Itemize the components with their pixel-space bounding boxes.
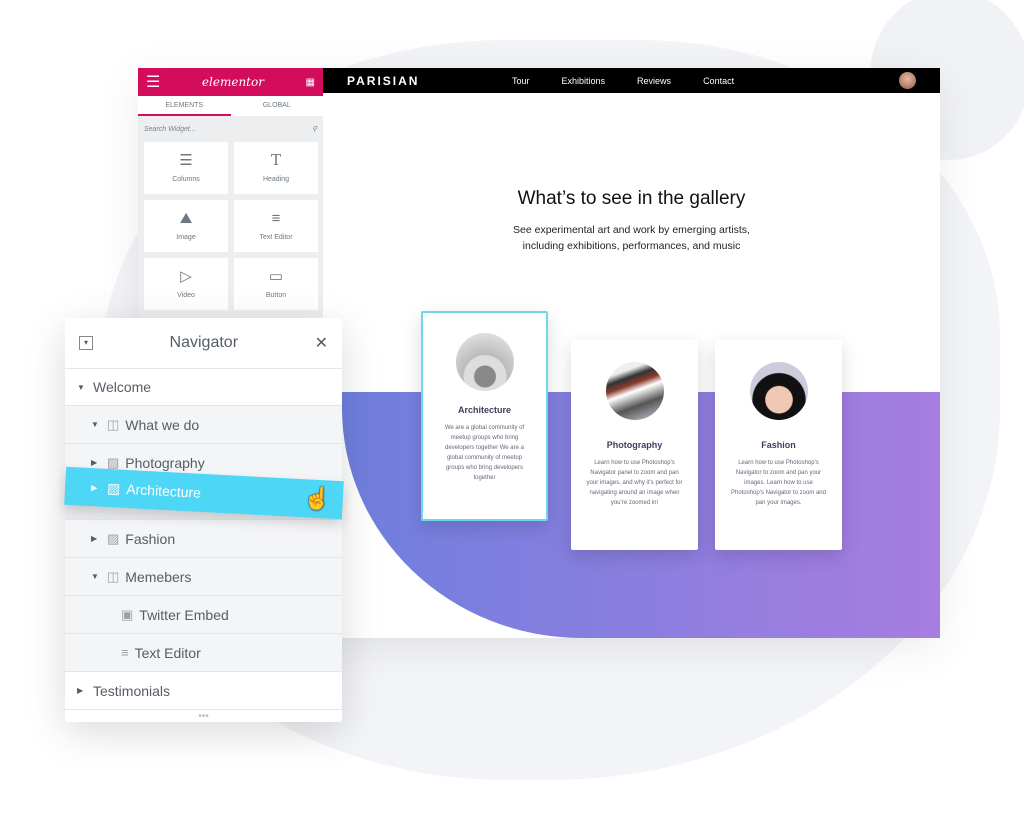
card-text: Learn how to use Photoshop’s Navigator p… <box>586 460 683 506</box>
nav-reviews[interactable]: Reviews <box>637 76 671 86</box>
card-photography[interactable]: Photography Learn how to use Photoshop’s… <box>571 340 698 550</box>
caret-down-icon[interactable]: ▼ <box>77 383 87 392</box>
column-icon: ◫ <box>107 416 120 432</box>
text-editor-icon: ≡ <box>271 210 281 227</box>
caret-right-icon[interactable]: ▶ <box>77 686 87 695</box>
image-icon: ⛰ <box>179 210 193 227</box>
nav-tour[interactable]: Tour <box>512 76 530 86</box>
card-title: Architecture <box>457 405 511 415</box>
card-title: Fashion <box>761 440 796 450</box>
widget-image[interactable]: ⛰ Image <box>144 200 228 252</box>
widget-text-editor[interactable]: ≡ Text Editor <box>234 200 318 252</box>
caret-down-icon[interactable]: ▼ <box>91 572 101 581</box>
close-icon[interactable]: ✕ <box>315 333 328 353</box>
widget-label: Text Editor <box>259 234 293 241</box>
site-header: PARISIAN Tour Exhibitions Reviews Contact <box>323 68 940 93</box>
heading-icon: T <box>270 151 281 169</box>
apps-grid-icon[interactable]: ▦ <box>306 77 315 88</box>
avatar[interactable] <box>899 72 916 89</box>
card-text: Learn how to use Photoshop’s Navigator t… <box>731 460 826 506</box>
widget-label: Image <box>176 234 196 241</box>
card-text: We are a global community of meetup grou… <box>444 425 525 481</box>
elementor-logo: elementor <box>201 75 264 89</box>
page-subtitle: See experimental art and work by emergin… <box>323 222 940 254</box>
nav-item-memebers[interactable]: ▼ ◫ Memebers <box>65 558 342 596</box>
widget-button[interactable]: ▭ Button <box>234 258 318 310</box>
nav-item-testimonials[interactable]: ▶ Testimonials <box>65 672 342 710</box>
site-logo[interactable]: PARISIAN <box>347 74 512 88</box>
caret-down-icon[interactable]: ▼ <box>91 420 101 429</box>
card-architecture[interactable]: Architecture We are a global community o… <box>421 311 548 521</box>
nav-item-welcome[interactable]: ▼ Welcome <box>65 368 342 406</box>
image-icon: ▨ <box>107 530 120 546</box>
widget-heading[interactable]: T Heading <box>234 142 318 194</box>
nav-item-fashion[interactable]: ▶ ▨ Fashion <box>65 520 342 558</box>
nav-contact[interactable]: Contact <box>703 76 734 86</box>
widget-label: Heading <box>262 176 290 183</box>
nav-item-label: Twitter Embed <box>139 606 229 623</box>
architecture-image <box>455 333 514 391</box>
site-preview: PARISIAN Tour Exhibitions Reviews Contact W… <box>323 68 940 638</box>
search-icon: ⚲ <box>311 126 317 133</box>
hand-cursor-icon: ☝ <box>302 485 332 512</box>
nav-item-text-editor[interactable]: ≡ Text Editor <box>65 634 342 672</box>
nav-item-label: Memebers <box>125 568 192 585</box>
nav-item-label: Welcome <box>93 379 152 395</box>
card-fashion[interactable]: Fashion Learn how to use Photoshop’s Nav… <box>715 340 842 550</box>
video-icon: ▷ <box>180 268 192 285</box>
nav-item-label: Photography <box>125 454 205 471</box>
tab-elements[interactable]: ELEMENTS <box>138 96 231 116</box>
widget-label: Video <box>177 292 195 299</box>
nav-item-twitter-embed[interactable]: ▣ Twitter Embed <box>65 596 342 634</box>
collapse-icon[interactable]: ▾ <box>79 336 93 350</box>
subtitle-line: including exhibitions, performances, and… <box>522 240 741 252</box>
nav-item-label: Testimonials <box>93 682 171 699</box>
twitter-embed-icon: ▣ <box>121 606 134 622</box>
nav-item-label: Text Editor <box>134 644 201 661</box>
nav-item-what-we-do[interactable]: ▼ ◫ What we do <box>65 406 342 444</box>
widget-video[interactable]: ▷ Video <box>144 258 228 310</box>
button-icon: ▭ <box>268 268 284 285</box>
image-icon: ▨ <box>106 479 121 497</box>
nav-item-label: Fashion <box>125 530 176 547</box>
nav-item-label: Architecture <box>125 480 202 501</box>
widget-columns[interactable]: ☰ Columns <box>144 142 228 194</box>
resize-handle[interactable]: ••• <box>65 710 342 724</box>
card-title: Photography <box>606 440 663 450</box>
column-icon: ◫ <box>107 568 120 584</box>
text-editor-icon: ≡ <box>121 645 129 660</box>
hamburger-icon[interactable]: ☰ <box>146 72 160 92</box>
nav-exhibitions[interactable]: Exhibitions <box>562 76 606 86</box>
caret-right-icon[interactable]: ▶ <box>91 458 101 467</box>
widget-label: Button <box>265 292 287 299</box>
search-placeholder: Search Widget... <box>144 125 196 133</box>
tab-global[interactable]: GLOBAL <box>231 96 324 116</box>
widget-sidebar: ☰ elementor ▦ ELEMENTS GLOBAL Search Widget… <box>138 68 323 318</box>
photography-image <box>605 362 664 420</box>
caret-right-icon[interactable]: ▶ <box>91 483 101 493</box>
navigator-panel: ▾ Navigator ✕ ▼ Welcome ▼ ◫ What we do ▶ ▨ Phot… <box>65 318 342 722</box>
widget-label: Columns <box>172 176 200 183</box>
search-widget-input[interactable]: Search Widget... ⚲ <box>138 116 323 142</box>
page-title: What’s to see in the gallery <box>517 188 746 209</box>
fashion-image <box>749 362 808 420</box>
columns-icon: ☰ <box>179 152 193 169</box>
subtitle-line: See experimental art and work by emergin… <box>513 224 750 236</box>
nav-item-label: What we do <box>125 416 200 433</box>
caret-right-icon[interactable]: ▶ <box>91 534 101 543</box>
navigator-title: Navigator <box>169 334 239 351</box>
